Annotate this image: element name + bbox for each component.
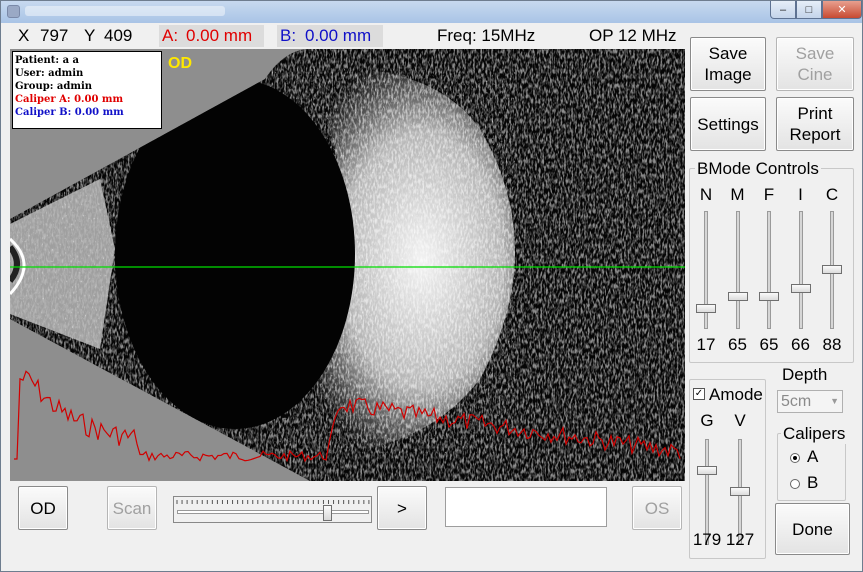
group-name: Group: admin bbox=[15, 81, 93, 92]
slider-thumb[interactable] bbox=[697, 465, 717, 475]
caliper-a-readout: A: 0.00 mm bbox=[159, 25, 264, 47]
app-icon bbox=[7, 5, 20, 18]
title-bar[interactable]: – □ ✕ bbox=[1, 1, 862, 23]
settings-button[interactable]: Settings bbox=[690, 97, 766, 151]
slider-label: C bbox=[825, 185, 839, 204]
depth-label: Depth bbox=[782, 365, 828, 384]
cine-slider[interactable] bbox=[173, 496, 372, 523]
caliper-b-label: B: bbox=[280, 26, 297, 45]
slider-thumb[interactable] bbox=[727, 292, 748, 302]
slider-track bbox=[735, 211, 740, 329]
done-button[interactable]: Done bbox=[775, 503, 850, 555]
status-header: X 797 Y 409 A: 0.00 mm B: 0.00 mm Freq: … bbox=[1, 23, 689, 48]
app-window: – □ ✕ X 797 Y 409 A: 0.00 mm B: 0.00 mm … bbox=[0, 0, 863, 572]
slider-label: V bbox=[734, 411, 746, 430]
slider-thumb[interactable] bbox=[822, 265, 842, 274]
close-icon[interactable]: ✕ bbox=[822, 1, 862, 19]
caliper-b-radio[interactable] bbox=[790, 479, 800, 489]
patient-info-panel: Patient: a a User: admin Group: admin Ca… bbox=[12, 51, 162, 129]
caliper-a-value: 0.00 mm bbox=[186, 26, 253, 45]
chevron-down-icon: ▼ bbox=[830, 396, 839, 406]
eye-label: OD bbox=[168, 55, 192, 72]
cine-ticks bbox=[176, 500, 370, 504]
x-coord-value: 797 bbox=[40, 26, 69, 45]
caliper-a-label: A: bbox=[162, 26, 179, 45]
op-frequency-readout: OP 12 MHz bbox=[589, 26, 677, 45]
slider-thumb[interactable] bbox=[759, 292, 779, 302]
scan-button[interactable]: Scan bbox=[107, 486, 157, 530]
save-cine-button[interactable]: Save Cine bbox=[776, 37, 854, 91]
caliper-b-info: Caliper B: 0.00 mm bbox=[15, 107, 124, 118]
caliper-a-radio-label[interactable]: A bbox=[807, 447, 818, 467]
amode-label: Amode bbox=[709, 385, 763, 404]
slider-label: F bbox=[763, 185, 775, 204]
slider-label: G bbox=[700, 411, 714, 430]
slider-value: 127 bbox=[725, 530, 755, 549]
cine-track bbox=[177, 510, 369, 514]
y-coord-value: 409 bbox=[104, 26, 133, 45]
frequency-readout: Freq: 15MHz bbox=[437, 26, 536, 45]
od-button[interactable]: OD bbox=[18, 486, 68, 530]
slider-label: N bbox=[699, 185, 713, 204]
slider-value: 88 bbox=[822, 335, 842, 354]
user-name: User: admin bbox=[15, 68, 84, 79]
amode-checkbox[interactable]: ✓ bbox=[693, 388, 705, 400]
y-coord-label: Y bbox=[84, 26, 96, 45]
depth-value: 5cm bbox=[781, 393, 812, 410]
minimize-icon[interactable]: – bbox=[770, 1, 796, 19]
ultrasound-image[interactable]: Patient: a a User: admin Group: admin Ca… bbox=[10, 49, 685, 481]
print-report-button[interactable]: Print Report bbox=[776, 97, 854, 151]
depth-select[interactable]: 5cm ▼ bbox=[777, 390, 843, 413]
caliper-b-value: 0.00 mm bbox=[305, 26, 372, 45]
cine-thumb[interactable] bbox=[323, 505, 333, 521]
caliper-a-radio[interactable] bbox=[790, 453, 800, 463]
os-button[interactable]: OS bbox=[632, 486, 682, 530]
slider-label: M bbox=[730, 185, 745, 204]
slider-thumb[interactable] bbox=[696, 303, 716, 313]
bmode-title: BMode Controls bbox=[695, 159, 821, 179]
patient-name: Patient: a a bbox=[15, 55, 80, 66]
calipers-title: Calipers bbox=[781, 424, 848, 444]
window-title bbox=[25, 6, 225, 16]
next-button[interactable]: > bbox=[377, 486, 427, 530]
caliper-b-readout: B: 0.00 mm bbox=[277, 25, 383, 47]
status-textbox[interactable] bbox=[445, 487, 607, 527]
slider-label: I bbox=[798, 185, 803, 204]
slider-thumb[interactable] bbox=[790, 283, 811, 293]
caliper-b-radio-label[interactable]: B bbox=[807, 473, 818, 493]
x-coord-label: X bbox=[18, 26, 30, 45]
slider-track bbox=[767, 211, 771, 329]
save-image-button[interactable]: Save Image bbox=[690, 37, 766, 91]
slider-track bbox=[798, 211, 803, 329]
slider-thumb[interactable] bbox=[730, 487, 750, 496]
maximize-icon[interactable]: □ bbox=[796, 1, 822, 19]
caliper-a-info: Caliper A: 0.00 mm bbox=[15, 94, 124, 105]
